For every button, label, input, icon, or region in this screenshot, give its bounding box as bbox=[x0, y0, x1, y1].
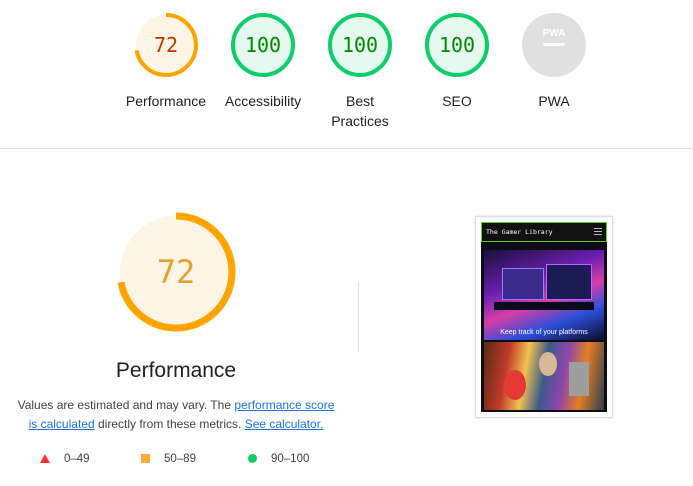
character-shape bbox=[504, 370, 526, 400]
category-gauges: 72 Performance 100 Accessibility 100 Bes… bbox=[0, 0, 693, 148]
vertical-divider bbox=[358, 282, 359, 352]
character-shape bbox=[569, 362, 589, 396]
desk-shape bbox=[494, 302, 594, 310]
final-screenshot: The Gamer Library Keep track of your pla… bbox=[475, 216, 613, 418]
triangle-icon bbox=[40, 454, 50, 464]
hamburger-menu-icon bbox=[594, 228, 602, 235]
legend-range: 0–49 bbox=[64, 453, 90, 465]
site-header: The Gamer Library bbox=[481, 222, 607, 242]
pwa-badge-icon: PWA bbox=[522, 13, 586, 77]
pwa-badge-text: PWA bbox=[543, 28, 566, 39]
monitor-shape bbox=[502, 268, 544, 300]
gauge-pwa[interactable]: PWA PWA bbox=[509, 12, 599, 111]
gauge-accessibility[interactable]: 100 Accessibility bbox=[218, 12, 308, 111]
character-shape bbox=[539, 352, 557, 376]
gauge-label: Performance bbox=[125, 93, 207, 109]
gauge-score: 100 bbox=[438, 33, 476, 57]
gauge-score: 100 bbox=[341, 33, 379, 57]
legend-item-pass: 90–100 bbox=[248, 453, 309, 465]
gauge-score: 100 bbox=[244, 33, 282, 57]
gauge-label: Accessibility bbox=[224, 93, 302, 109]
page-thumbnail: The Gamer Library Keep track of your pla… bbox=[481, 222, 607, 412]
gauge-best-practices[interactable]: 100 Best Practices bbox=[315, 12, 405, 131]
performance-title: Performance bbox=[115, 359, 237, 382]
hero-caption: Keep track of your platforms bbox=[500, 329, 588, 336]
legend-item-fail: 0–49 bbox=[40, 453, 90, 465]
legend-range: 90–100 bbox=[271, 453, 310, 465]
gauge-label: SEO bbox=[442, 93, 472, 109]
legend-item-average: 50–89 bbox=[141, 453, 196, 465]
circle-icon bbox=[248, 454, 257, 464]
monitor-shape bbox=[546, 264, 592, 300]
gauge-performance[interactable]: 72 Performance bbox=[121, 12, 211, 111]
square-icon bbox=[141, 454, 150, 464]
game-characters-image bbox=[484, 342, 604, 410]
section-divider bbox=[0, 148, 693, 149]
hero-image: Keep track of your platforms bbox=[484, 250, 604, 340]
performance-score: 72 bbox=[156, 253, 196, 291]
legend-range: 50–89 bbox=[164, 453, 196, 465]
desc-text: Values are estimated and may vary. The bbox=[17, 398, 235, 412]
gauge-label: Best Practices bbox=[331, 93, 389, 129]
see-calculator-link[interactable]: See calculator. bbox=[245, 417, 324, 431]
gauge-seo[interactable]: 100 SEO bbox=[412, 12, 502, 111]
score-description: Values are estimated and may vary. The p… bbox=[12, 396, 340, 434]
gauge-score: 72 bbox=[153, 33, 179, 57]
desc-text: directly from these metrics. bbox=[94, 417, 245, 431]
gauge-label: PWA bbox=[538, 93, 570, 109]
site-title: The Gamer Library bbox=[486, 228, 553, 236]
